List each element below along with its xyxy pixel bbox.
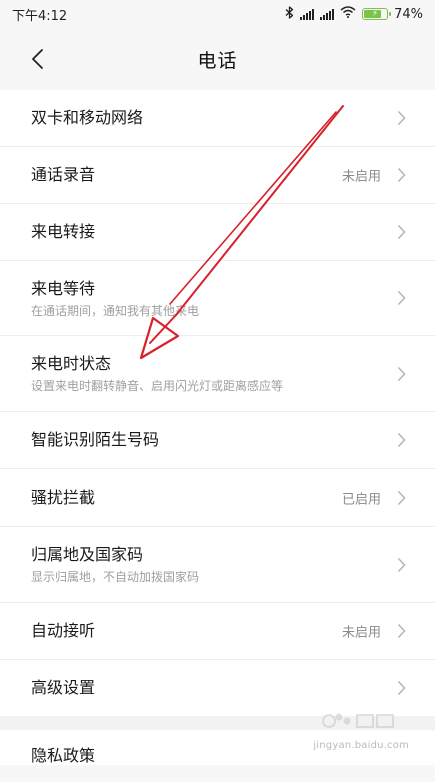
chevron-right-icon	[395, 223, 407, 241]
settings-item-title: 归属地及国家码	[31, 545, 144, 564]
signal-icon	[320, 8, 335, 20]
chevron-right-icon	[395, 109, 407, 127]
settings-item-title: 高级设置	[31, 678, 96, 697]
settings-item-title: 骚扰拦截	[31, 487, 96, 507]
settings-item-call-recording[interactable]: 通话录音 未启用	[0, 147, 435, 204]
chevron-right-icon	[395, 622, 407, 640]
settings-item-harassment-block[interactable]: 骚扰拦截 已启用	[0, 469, 435, 527]
settings-item-title: 智能识别陌生号码	[31, 430, 160, 449]
settings-item-subtitle: 显示归属地，不自动加拨国家码	[31, 570, 200, 584]
wifi-icon	[340, 6, 356, 22]
settings-item-title: 来电转接	[31, 222, 96, 241]
app-header: 电话	[0, 28, 435, 90]
battery-percent: 74%	[394, 6, 423, 22]
settings-item-location-country-code[interactable]: 归属地及国家码 显示归属地，不自动加拨国家码	[0, 527, 435, 603]
settings-item-subtitle: 设置来电时翻转静音、启用闪光灯或距离感应等	[31, 379, 284, 393]
settings-item-title: 自动接听	[31, 621, 96, 640]
settings-item-subtitle: 在通话期间，通知我有其他来电	[31, 303, 200, 318]
chevron-right-icon	[395, 166, 407, 184]
chevron-right-icon	[395, 365, 407, 383]
chevron-left-icon	[32, 49, 43, 69]
settings-item-smart-caller-id[interactable]: 智能识别陌生号码	[0, 412, 435, 469]
phone-screen: 下午4:12 ⚡ 74% 电话 双卡和移动网络 通话录音 未启用 来电转接 来电…	[0, 0, 435, 765]
status-bar-left: 下午4:12	[12, 5, 67, 24]
settings-item-title: 双卡和移动网络	[31, 108, 144, 127]
settings-list: 双卡和移动网络 通话录音 未启用 来电转接 来电等待 在通话期间，通知我有其他来…	[0, 90, 435, 716]
settings-item-dual-sim[interactable]: 双卡和移动网络	[0, 90, 435, 147]
chevron-right-icon	[395, 489, 407, 507]
page-title: 电话	[197, 49, 238, 72]
battery-icon: ⚡	[362, 8, 392, 20]
settings-item-title: 来电等待	[31, 278, 96, 298]
settings-item-status: 未启用	[341, 169, 381, 185]
chevron-right-icon	[395, 556, 407, 574]
settings-item-title: 来电时状态	[31, 354, 112, 373]
settings-item-advanced[interactable]: 高级设置	[0, 660, 435, 716]
settings-item-status: 已启用	[341, 492, 381, 507]
bluetooth-icon	[285, 5, 294, 23]
chevron-right-icon	[395, 431, 407, 449]
settings-item-incoming-call-state[interactable]: 来电时状态 设置来电时翻转静音、启用闪光灯或距离感应等	[0, 336, 435, 412]
settings-item-call-forwarding[interactable]: 来电转接	[0, 204, 435, 261]
chevron-right-icon	[395, 289, 407, 307]
watermark-domain: jingyan.baidu.com	[313, 740, 409, 751]
settings-item-status: 未启用	[341, 625, 381, 641]
status-bar: 下午4:12 ⚡ 74%	[0, 0, 435, 28]
settings-item-auto-answer[interactable]: 自动接听 未启用	[0, 603, 435, 660]
status-time: 下午4:12	[12, 8, 68, 24]
back-button[interactable]	[22, 44, 52, 74]
settings-item-title: 通话录音	[31, 165, 96, 184]
signal-icon	[300, 8, 315, 20]
status-bar-right: ⚡ 74%	[285, 5, 423, 23]
settings-item-call-waiting[interactable]: 来电等待 在通话期间，通知我有其他来电	[0, 261, 435, 336]
chevron-right-icon	[395, 679, 407, 697]
